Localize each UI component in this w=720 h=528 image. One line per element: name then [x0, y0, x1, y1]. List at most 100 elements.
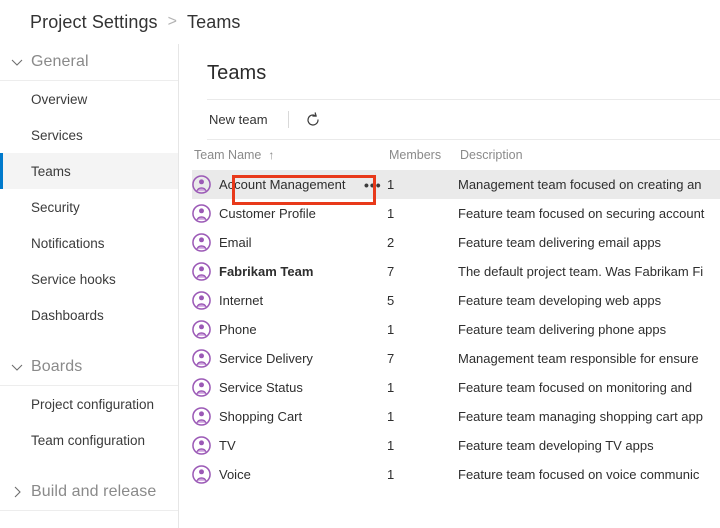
table-row[interactable]: Email 2 Feature team delivering email ap…: [192, 228, 720, 257]
row-overflow-menu-button[interactable]: •••: [364, 178, 382, 192]
cell-description: Feature team developing web apps: [458, 293, 662, 308]
cell-members-count: 5: [387, 293, 395, 308]
team-avatar-icon: [192, 262, 211, 281]
sidebar-item-project-configuration[interactable]: Project configuration: [0, 386, 178, 422]
cell-members-count: 1: [387, 206, 395, 221]
table-header-row: Team Name ↑ Members Description: [192, 140, 720, 170]
cell-members-count: 7: [387, 351, 395, 366]
cell-members-count: 1: [387, 380, 395, 395]
chevron-right-icon: [14, 486, 21, 498]
sidebar-item-label: Services: [31, 127, 83, 143]
table-row[interactable]: Internet 5 Feature team developing web a…: [192, 286, 720, 315]
cell-description: Feature team delivering phone apps: [458, 322, 667, 337]
cell-description: Management team focused on creating an: [458, 177, 702, 192]
team-name-label: Account Management: [219, 177, 346, 192]
sidebar-group-general[interactable]: General: [0, 44, 178, 81]
sidebar-item-label: Service hooks: [31, 271, 116, 287]
cell-description: Feature team delivering email apps: [458, 235, 662, 250]
cell-description: Feature team developing TV apps: [458, 438, 654, 453]
sidebar-item-label: Dashboards: [31, 307, 104, 323]
page-title: Teams: [207, 62, 267, 84]
sidebar-item-label: Security: [31, 199, 80, 215]
cell-description: Feature team focused on securing account: [458, 206, 705, 221]
team-avatar-icon: [192, 349, 211, 368]
cell-members-count: 1: [387, 409, 395, 424]
sidebar-item-services[interactable]: Services: [0, 117, 178, 153]
cell-members-count: 1: [387, 177, 395, 192]
table-row[interactable]: Account Management 1 Management team foc…: [192, 170, 720, 199]
sidebar-item-label: Team configuration: [31, 432, 146, 448]
settings-sidebar: General Overview Services Teams Security…: [0, 44, 179, 528]
team-name-label: Internet: [219, 293, 264, 308]
team-avatar-icon: [192, 175, 211, 194]
breadcrumb-root[interactable]: Project Settings: [30, 12, 158, 33]
team-name-label: Voice: [219, 467, 251, 482]
table-row[interactable]: Service Delivery 7 Management team respo…: [192, 344, 720, 373]
cell-team-name: Account Management: [192, 175, 387, 194]
cell-description: Feature team focused on voice communic: [458, 467, 700, 482]
cell-team-name: Service Status: [192, 378, 387, 397]
team-name-label: Shopping Cart: [219, 409, 303, 424]
sidebar-item-label: Teams: [31, 163, 71, 179]
table-row[interactable]: Fabrikam Team 7 The default project team…: [192, 257, 720, 286]
cell-team-name: Email: [192, 233, 387, 252]
sidebar-item-team-configuration[interactable]: Team configuration: [0, 422, 178, 458]
sidebar-item-service-hooks[interactable]: Service hooks: [0, 261, 178, 297]
cell-members-count: 7: [387, 264, 395, 279]
chevron-down-icon: [11, 59, 23, 66]
table-row[interactable]: TV 1 Feature team developing TV apps: [192, 431, 720, 460]
teams-settings-page: Project Settings > Teams General Overvie…: [0, 0, 720, 528]
team-avatar-icon: [192, 291, 211, 310]
breadcrumb: Project Settings > Teams: [0, 0, 720, 44]
cell-team-name: Fabrikam Team: [192, 262, 387, 281]
sidebar-item-security[interactable]: Security: [0, 189, 178, 225]
team-avatar-icon: [192, 233, 211, 252]
sidebar-item-label: Project configuration: [31, 396, 155, 412]
sidebar-item-dashboards[interactable]: Dashboards: [0, 297, 178, 333]
team-avatar-icon: [192, 378, 211, 397]
cell-team-name: Customer Profile: [192, 204, 387, 223]
team-avatar-icon: [192, 320, 211, 339]
cell-team-name: Shopping Cart: [192, 407, 387, 426]
sidebar-item-notifications[interactable]: Notifications: [0, 225, 178, 261]
team-avatar-icon: [192, 204, 211, 223]
team-name-label: Email: [219, 235, 252, 250]
sidebar-group-label: Boards: [31, 358, 83, 375]
new-team-button[interactable]: New team: [207, 109, 270, 130]
sidebar-group-build-and-release[interactable]: Build and release: [0, 474, 178, 511]
toolbar-divider: [287, 111, 289, 128]
sidebar-group-label: General: [31, 53, 89, 70]
column-header-team-name[interactable]: Team Name ↑: [192, 148, 389, 162]
cell-members-count: 2: [387, 235, 395, 250]
cell-team-name: Internet: [192, 291, 387, 310]
table-row[interactable]: Shopping Cart 1 Feature team managing sh…: [192, 402, 720, 431]
team-name-label: Phone: [219, 322, 257, 337]
breadcrumb-current[interactable]: Teams: [187, 12, 241, 33]
table-row[interactable]: Service Status 1 Feature team focused on…: [192, 373, 720, 402]
team-name-label: Fabrikam Team: [219, 264, 314, 279]
table-row[interactable]: Phone 1 Feature team delivering phone ap…: [192, 315, 720, 344]
column-header-members[interactable]: Members: [389, 148, 460, 162]
cell-members-count: 1: [387, 438, 395, 453]
sidebar-item-overview[interactable]: Overview: [0, 81, 178, 117]
teams-toolbar: New team: [180, 100, 720, 139]
team-avatar-icon: [192, 436, 211, 455]
cell-team-name: Service Delivery: [192, 349, 387, 368]
team-name-label: Service Delivery: [219, 351, 313, 366]
table-row[interactable]: Voice 1 Feature team focused on voice co…: [192, 460, 720, 489]
table-row[interactable]: Customer Profile 1 Feature team focused …: [192, 199, 720, 228]
sidebar-group-label: Build and release: [31, 483, 157, 500]
cell-team-name: Phone: [192, 320, 387, 339]
team-name-label: Customer Profile: [219, 206, 316, 221]
cell-team-name: TV: [192, 436, 387, 455]
teams-table: Team Name ↑ Members Description Account …: [192, 140, 720, 489]
sort-ascending-icon: ↑: [268, 148, 275, 162]
main-content: Teams New team Team Name ↑ Members Descr…: [180, 44, 720, 528]
refresh-button[interactable]: [303, 110, 323, 130]
sidebar-group-boards[interactable]: Boards: [0, 349, 178, 386]
team-name-label: Service Status: [219, 380, 303, 395]
column-header-description[interactable]: Description: [460, 148, 720, 162]
sidebar-item-teams[interactable]: Teams: [0, 153, 178, 189]
cell-members-count: 1: [387, 322, 395, 337]
